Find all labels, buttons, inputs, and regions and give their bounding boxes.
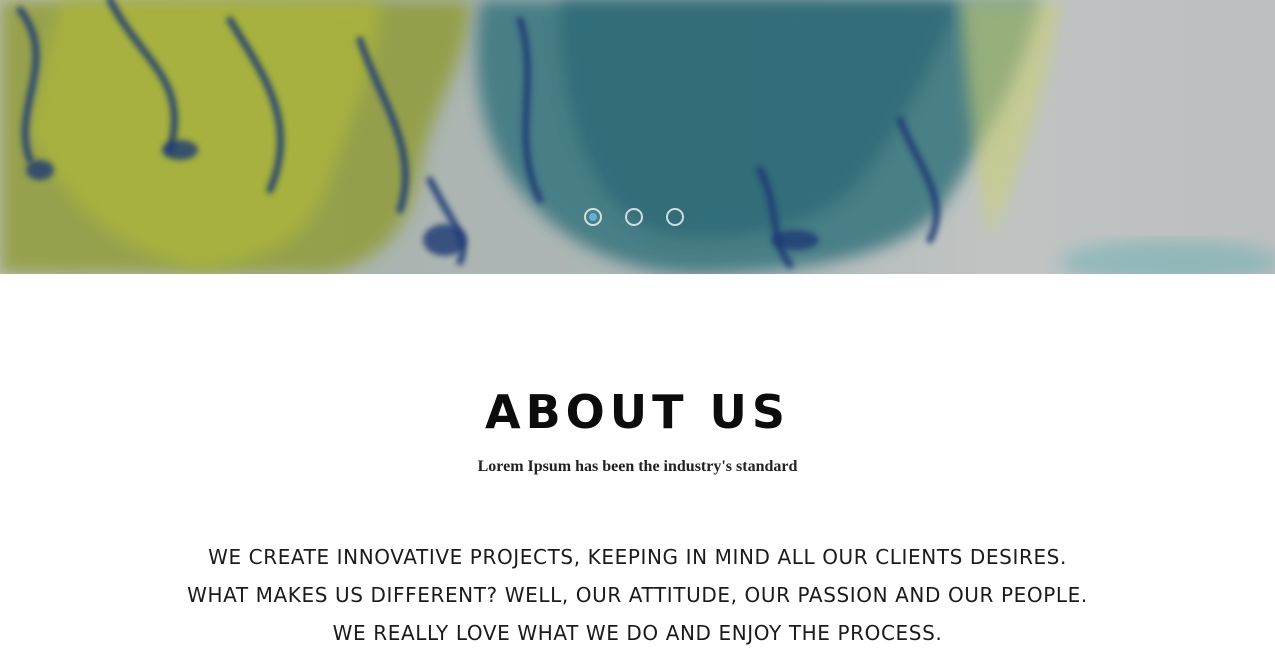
section-subtitle: Lorem Ipsum has been the industry's stan… [477,458,798,475]
about-lead-text: WE CREATE INNOVATIVE PROJECTS, KEEPING I… [187,545,1088,645]
slider-pagination [584,208,684,226]
slider-dot-1[interactable] [584,208,602,226]
slider-dot-2[interactable] [625,208,643,226]
hero-slider [0,0,1275,274]
section-title: ABOUT US [485,385,790,439]
slider-dot-3[interactable] [666,208,684,226]
about-section: ABOUT US Lorem Ipsum has been the indust… [0,274,1275,652]
hero-overlay [0,0,1275,274]
